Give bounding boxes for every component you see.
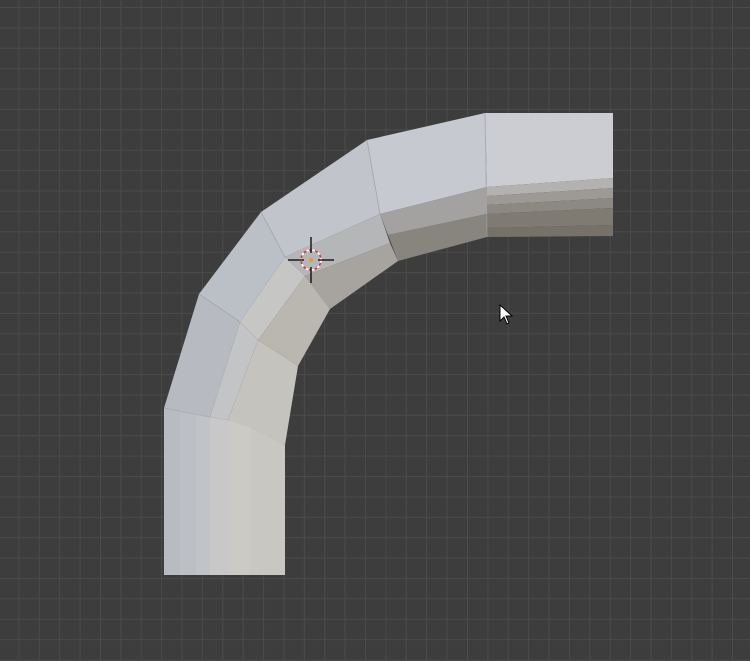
pipe-mesh-object[interactable] (0, 0, 750, 661)
3d-cursor-icon[interactable] (288, 237, 334, 283)
3d-viewport[interactable] (0, 0, 750, 661)
arrow-pointer-icon (499, 304, 514, 325)
